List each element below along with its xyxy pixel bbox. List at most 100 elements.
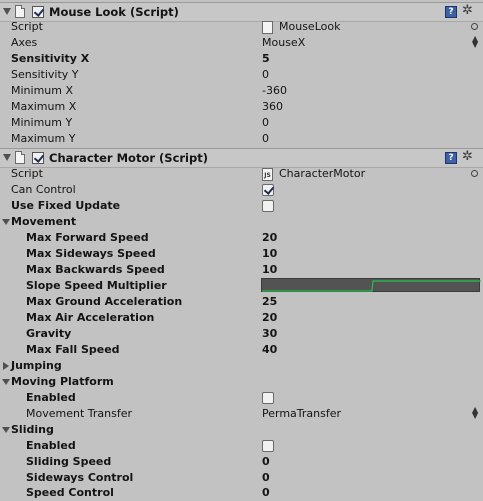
field-label: Max Forward Speed: [26, 231, 149, 244]
field-label: Minimum X: [11, 84, 74, 97]
section-label: Jumping: [11, 359, 62, 372]
can-control-row: Can Control: [0, 182, 483, 198]
field-label: Speed Control: [26, 486, 114, 499]
maximum-x-row: Maximum X 360: [0, 99, 483, 115]
mouse-look-title: Mouse Look (Script): [49, 5, 179, 19]
speed-control-row: Speed Control 0: [0, 485, 483, 501]
moving-platform-enabled-checkbox[interactable]: [262, 392, 274, 404]
moving-platform-foldout[interactable]: Moving Platform: [0, 374, 483, 390]
field-label: Max Air Acceleration: [26, 311, 155, 324]
minimum-y-field[interactable]: 0: [262, 116, 269, 129]
moving-platform-enabled-row: Enabled: [0, 390, 483, 406]
sensitivity-x-row: Sensitivity X 5: [0, 51, 483, 67]
field-label: Enabled: [26, 439, 76, 452]
sliding-foldout[interactable]: Sliding: [0, 422, 483, 438]
jumping-foldout[interactable]: Jumping: [0, 358, 483, 374]
movement-transfer-dropdown[interactable]: PermaTransfer: [262, 407, 341, 420]
foldout-open-icon[interactable]: [2, 427, 10, 433]
sideways-control-row: Sideways Control 0: [0, 470, 483, 486]
use-fixed-update-row: Use Fixed Update: [0, 198, 483, 214]
speed-control-field[interactable]: 0: [262, 486, 270, 499]
field-label: Sensitivity X: [11, 52, 90, 65]
field-label: Max Sideways Speed: [26, 247, 156, 260]
field-label: Max Fall Speed: [26, 343, 120, 356]
slope-speed-multiplier-row: Slope Speed Multiplier: [0, 278, 483, 294]
field-label: Can Control: [11, 183, 76, 196]
sideways-control-field[interactable]: 0: [262, 471, 270, 484]
sliding-speed-field[interactable]: 0: [262, 455, 270, 468]
gear-icon[interactable]: ✲: [462, 3, 473, 19]
slope-curve-field[interactable]: [261, 278, 481, 292]
max-air-acceleration-row: Max Air Acceleration 20: [0, 310, 483, 326]
gravity-row: Gravity 30: [0, 326, 483, 342]
sensitivity-y-field[interactable]: 0: [262, 68, 269, 81]
mouse-look-enabled-checkbox[interactable]: [32, 6, 45, 18]
axes-row: Axes MouseX ▲ ▼: [0, 35, 483, 51]
field-label: Slope Speed Multiplier: [26, 279, 167, 292]
sensitivity-y-row: Sensitivity Y 0: [0, 67, 483, 83]
character-motor-title: Character Motor (Script): [49, 151, 208, 165]
field-label: Max Backwards Speed: [26, 263, 165, 276]
curve-graph: [262, 280, 481, 292]
script-field[interactable]: MouseLook: [279, 20, 340, 33]
object-picker-icon[interactable]: [471, 170, 478, 177]
gear-icon[interactable]: ✲: [462, 149, 473, 165]
minimum-x-field[interactable]: -360: [262, 84, 287, 97]
dropdown-arrows-icon[interactable]: ▲ ▼: [472, 406, 478, 420]
max-ground-acceleration-field[interactable]: 25: [262, 295, 277, 308]
foldout-closed-icon[interactable]: [3, 362, 9, 370]
max-fall-speed-field[interactable]: 40: [262, 343, 277, 356]
help-icon[interactable]: ?: [445, 6, 457, 18]
maximum-y-row: Maximum Y 0: [0, 131, 483, 147]
max-forward-speed-row: Max Forward Speed 20: [0, 230, 483, 246]
field-label: Use Fixed Update: [11, 199, 121, 212]
field-label: Script: [11, 20, 43, 33]
character-motor-enabled-checkbox[interactable]: [32, 152, 45, 164]
object-picker-icon[interactable]: [471, 23, 478, 30]
foldout-open-icon[interactable]: [2, 219, 10, 225]
section-label: Movement: [11, 215, 77, 228]
field-label: Gravity: [26, 327, 72, 340]
axes-dropdown[interactable]: MouseX: [262, 36, 305, 49]
sliding-enabled-row: Enabled: [0, 438, 483, 454]
max-air-acceleration-field[interactable]: 20: [262, 311, 277, 324]
max-ground-acceleration-row: Max Ground Acceleration 25: [0, 294, 483, 310]
field-label: Sideways Control: [26, 471, 134, 484]
script-component-icon: [15, 151, 25, 164]
field-label: Axes: [11, 36, 38, 49]
max-sideways-speed-field[interactable]: 10: [262, 247, 277, 260]
sliding-speed-row: Sliding Speed 0: [0, 454, 483, 470]
max-forward-speed-field[interactable]: 20: [262, 231, 277, 244]
foldout-open-icon[interactable]: [3, 154, 11, 161]
field-label: Enabled: [26, 391, 76, 404]
maximum-x-field[interactable]: 360: [262, 100, 283, 113]
foldout-open-icon[interactable]: [3, 8, 11, 15]
max-backwards-speed-field[interactable]: 10: [262, 263, 277, 276]
js-script-icon: JS: [262, 168, 273, 181]
gravity-field[interactable]: 30: [262, 327, 277, 340]
script-file-icon: [262, 21, 273, 34]
movement-foldout[interactable]: Movement: [0, 214, 483, 230]
max-sideways-speed-row: Max Sideways Speed 10: [0, 246, 483, 262]
checkmark-icon: [33, 152, 45, 163]
max-backwards-speed-row: Max Backwards Speed 10: [0, 262, 483, 278]
section-label: Moving Platform: [11, 375, 114, 388]
curve-line: [262, 280, 481, 292]
maximum-y-field[interactable]: 0: [262, 132, 269, 145]
sliding-enabled-checkbox[interactable]: [262, 440, 274, 452]
checkmark-icon: [33, 6, 45, 17]
character-motor-header[interactable]: Character Motor (Script) ? ✲: [0, 148, 483, 168]
use-fixed-update-checkbox[interactable]: [262, 200, 274, 212]
help-icon[interactable]: ?: [445, 152, 457, 164]
field-label: Max Ground Acceleration: [26, 295, 183, 308]
sensitivity-x-field[interactable]: 5: [262, 52, 270, 65]
minimum-y-row: Minimum Y 0: [0, 115, 483, 131]
script-field[interactable]: CharacterMotor: [279, 167, 365, 180]
dropdown-arrows-icon[interactable]: ▲ ▼: [472, 35, 478, 49]
field-label: Sensitivity Y: [11, 68, 79, 81]
can-control-checkbox[interactable]: [262, 184, 275, 196]
field-label: Movement Transfer: [26, 407, 132, 420]
field-label: Sliding Speed: [26, 455, 112, 468]
foldout-open-icon[interactable]: [2, 379, 10, 385]
field-label: Maximum X: [11, 100, 77, 113]
